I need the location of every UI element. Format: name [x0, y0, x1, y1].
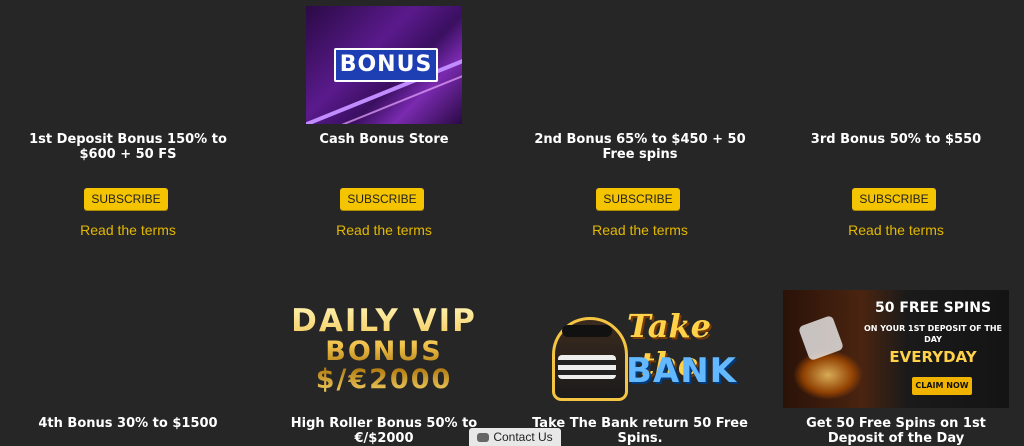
subscribe-button[interactable]: SUBSCRIBE — [596, 188, 680, 210]
read-terms-link[interactable]: Read the terms — [256, 222, 512, 238]
promo-image-65[interactable]: 65 % $ 450 — [512, 14, 768, 114]
promo-image-150[interactable]: 150 % $ 600 — [0, 8, 256, 118]
daily-vip-graphic: DAILY VIP BONUS $/€2000 — [291, 303, 477, 396]
bonus-thumbnail: BONUS — [306, 6, 462, 124]
promo-image-free-spins[interactable]: 50 FREE SPINS ON YOUR 1ST DEPOSIT OF THE… — [768, 290, 1024, 408]
banner-headline: 50 FREE SPINS — [874, 300, 992, 316]
promo-image-take-the-bank[interactable]: Take the BANK — [512, 306, 768, 401]
promo-title: 3rd Bonus 50% to $550 — [810, 132, 982, 147]
bonus-logo: BONUS — [334, 48, 438, 82]
promo-title: 2nd Bonus 65% to $450 + 50 Free spins — [534, 132, 746, 162]
promo-card-1: 150 % $ 600 1st Deposit Bonus 150% to $6… — [0, 0, 256, 260]
promo-image-50[interactable]: 50 % $ 550 — [768, 14, 1024, 114]
subscribe-button[interactable]: SUBSCRIBE — [340, 188, 424, 210]
promo-card-4: 50 % $ 550 3rd Bonus 50% to $550 SUBSCRI… — [768, 0, 1024, 260]
contact-us-label: Contact Us — [493, 430, 553, 444]
decor-glow — [793, 350, 863, 400]
promo-title: Take The Bank return 50 Free Spins. — [532, 416, 748, 446]
promo-title: High Roller Bonus 50% to €/$2000 — [290, 416, 478, 446]
promo-card-8: 50 FREE SPINS ON YOUR 1ST DEPOSIT OF THE… — [768, 280, 1024, 446]
decor-stripe — [350, 6, 462, 33]
take-the-bank-logo: Take the BANK — [552, 307, 736, 401]
bonus-amount-graphic: 30 % $ 1500 — [83, 303, 188, 391]
robber-shirt — [558, 355, 616, 379]
promo-card-3: 65 % $ 450 2nd Bonus 65% to $450 + 50 Fr… — [512, 0, 768, 260]
promo-title: 1st Deposit Bonus 150% to $600 + 50 FS — [29, 132, 227, 162]
bonus-amount-graphic: 150 % $ 600 — [78, 13, 183, 114]
promo-card-7: Take the BANK Take The Bank return 50 Fr… — [512, 280, 768, 446]
promo-card-6: DAILY VIP BONUS $/€2000 High Roller Bonu… — [256, 280, 512, 446]
promo-card-2: BONUS Cash Bonus Store SUBSCRIBE Read th… — [256, 0, 512, 260]
read-terms-link[interactable]: Read the terms — [0, 222, 256, 238]
subscribe-button[interactable]: SUBSCRIBE — [852, 188, 936, 210]
promo-image-vip[interactable]: DAILY VIP BONUS $/€2000 — [256, 302, 512, 398]
free-spins-banner: 50 FREE SPINS ON YOUR 1ST DEPOSIT OF THE… — [783, 290, 1009, 408]
claim-now-badge: CLAIM NOW — [912, 377, 972, 395]
promo-card-5: 30 % $ 1500 4th Bonus 30% to $1500 — [0, 280, 256, 446]
read-terms-link[interactable]: Read the terms — [512, 222, 768, 238]
bonus-amount-graphic: 50 % $ 550 — [856, 19, 936, 109]
promo-title: Cash Bonus Store — [319, 132, 449, 147]
contact-us-button[interactable]: Contact Us — [469, 428, 561, 446]
banner-subtext: ON YOUR 1ST DEPOSIT OF THE DAY — [863, 324, 1003, 344]
read-terms-link[interactable]: Read the terms — [768, 222, 1024, 238]
logo-text-bank: BANK — [626, 351, 738, 391]
banner-emphasis: EVERYDAY — [889, 348, 977, 366]
bonus-amount-graphic: 65 % $ 450 — [600, 19, 680, 109]
promo-image-bonus[interactable]: BONUS — [256, 6, 512, 124]
promo-image-30[interactable]: 30 % $ 1500 — [0, 306, 256, 394]
subscribe-button[interactable]: SUBSCRIBE — [84, 188, 168, 210]
robber-mask — [562, 325, 612, 337]
promo-title: Get 50 Free Spins on 1st Deposit of the … — [806, 416, 986, 446]
chat-icon — [477, 432, 490, 442]
promo-title: 4th Bonus 30% to $1500 — [38, 416, 218, 431]
promotions-grid: 150 % $ 600 1st Deposit Bonus 150% to $6… — [0, 0, 1024, 446]
